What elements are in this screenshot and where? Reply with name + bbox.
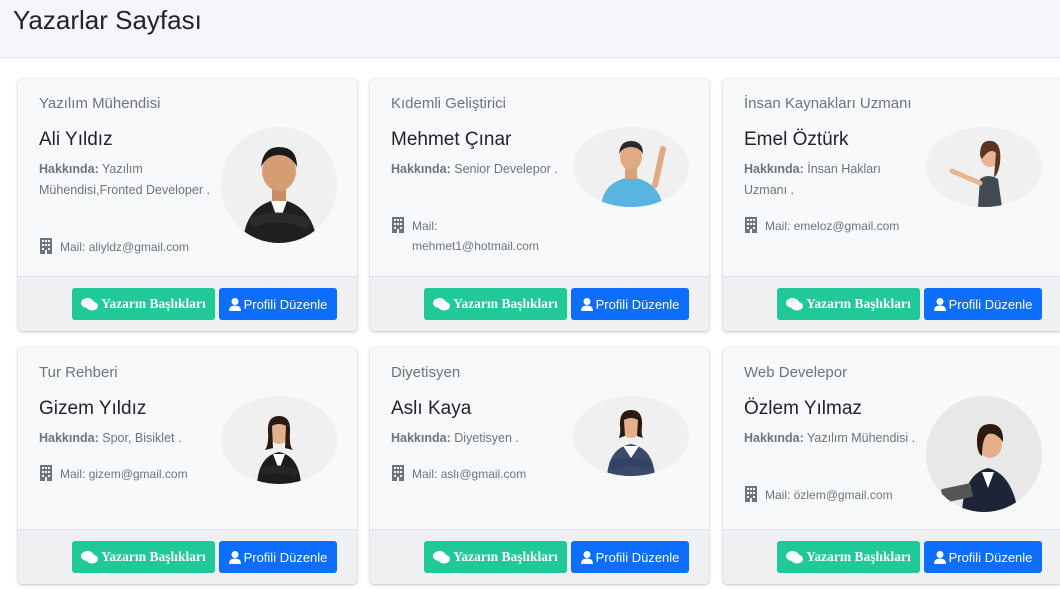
about-text: Spor, Bisiklet . [102, 431, 182, 445]
author-email: özlem@gmail.com [793, 488, 893, 502]
user-icon [228, 297, 241, 311]
comments-icon [433, 297, 451, 310]
about-text: Diyetisyen . [454, 431, 519, 445]
avatar [926, 127, 1042, 207]
author-name: Emel Öztürk [744, 129, 849, 150]
comments-icon [786, 550, 804, 563]
card-footer: Yazarın Başlıkları Profili Düzenle [723, 276, 1060, 331]
author-email: mehmet1@hotmail.com [412, 239, 539, 253]
author-mail: Mail: mehmet1@hotmail.com [391, 216, 571, 256]
author-about: Hakkında: Senior Develepor . [391, 159, 566, 180]
author-titles-button[interactable]: Yazarın Başlıkları [777, 288, 920, 320]
author-about: Hakkında: Diyetisyen . [391, 428, 566, 449]
edit-profile-button[interactable]: Profili Düzenle [924, 541, 1042, 573]
author-role: İnsan Kaynakları Uzmanı [744, 95, 912, 112]
author-mail: Mail: emeloz@gmail.com [744, 216, 899, 236]
author-role: Kıdemli Geliştirici [391, 95, 507, 112]
edit-profile-button[interactable]: Profili Düzenle [219, 541, 337, 573]
user-icon [228, 550, 241, 564]
author-role: Diyetisyen [391, 364, 461, 381]
avatar [221, 396, 337, 484]
author-card: Kıdemli Geliştirici Mehmet Çınar Hakkınd… [370, 79, 709, 331]
comments-icon [433, 550, 451, 563]
author-name: Aslı Kaya [391, 398, 472, 419]
avatar [221, 127, 337, 243]
card-footer: Yazarın Başlıkları Profili Düzenle [18, 529, 357, 584]
card-footer: Yazarın Başlıkları Profili Düzenle [370, 276, 709, 331]
mail-label: Mail: [60, 467, 86, 481]
building-icon [745, 486, 757, 502]
author-name: Ali Yıldız [39, 129, 113, 150]
mail-label: Mail: [765, 488, 791, 502]
about-text: Yazılım Mühendisi . [807, 431, 916, 445]
author-card: Yazılım Mühendisi Ali Yıldız Hakkında: Y… [18, 79, 357, 331]
avatar [573, 127, 689, 207]
mail-label: Mail: [60, 240, 86, 254]
edit-profile-button[interactable]: Profili Düzenle [571, 541, 689, 573]
author-titles-button[interactable]: Yazarın Başlıkları [777, 541, 920, 573]
mail-label: Mail: [765, 219, 791, 233]
edit-profile-button[interactable]: Profili Düzenle [924, 288, 1042, 320]
about-label: Hakkında: [39, 162, 99, 176]
building-icon [40, 238, 52, 254]
user-icon [933, 550, 946, 564]
about-label: Hakkında: [391, 431, 451, 445]
author-titles-button[interactable]: Yazarın Başlıkları [72, 288, 215, 320]
author-card: Diyetisyen Aslı Kaya Hakkında: Diyetisye… [370, 348, 709, 584]
building-icon [745, 217, 757, 233]
comments-icon [786, 297, 804, 310]
mail-label: Mail: [412, 219, 438, 233]
about-text: Senior Develepor . [454, 162, 558, 176]
author-name: Mehmet Çınar [391, 129, 512, 150]
about-label: Hakkında: [744, 162, 804, 176]
author-about: Hakkında: Yazılım Mühendisi,Fronted Deve… [39, 159, 214, 201]
author-role: Tur Rehberi [39, 364, 118, 381]
author-titles-button[interactable]: Yazarın Başlıkları [72, 541, 215, 573]
card-footer: Yazarın Başlıkları Profili Düzenle [370, 529, 709, 584]
author-mail: Mail: aslı@gmail.com [391, 464, 526, 484]
user-icon [933, 297, 946, 311]
user-icon [580, 550, 593, 564]
author-card: Web Develepor Özlem Yılmaz Hakkında: Yaz… [723, 348, 1060, 584]
avatar [926, 396, 1042, 512]
comments-icon [81, 550, 99, 563]
page-title: Yazarlar Sayfası [13, 5, 202, 35]
card-footer: Yazarın Başlıkları Profili Düzenle [723, 529, 1060, 584]
building-icon [392, 465, 404, 481]
avatar [573, 396, 689, 476]
author-mail: Mail: aliyldz@gmail.com [39, 237, 189, 257]
author-about: Hakkında: Spor, Bisiklet . [39, 428, 214, 449]
about-label: Hakkında: [39, 431, 99, 445]
user-icon [580, 297, 593, 311]
author-titles-button[interactable]: Yazarın Başlıkları [424, 541, 567, 573]
comments-icon [81, 297, 99, 310]
author-email: aslı@gmail.com [440, 467, 527, 481]
author-email: gizem@gmail.com [88, 467, 188, 481]
edit-profile-button[interactable]: Profili Düzenle [219, 288, 337, 320]
author-role: Web Develepor [744, 364, 848, 381]
author-mail: Mail: özlem@gmail.com [744, 485, 893, 505]
author-email: aliyldz@gmail.com [88, 240, 189, 254]
card-footer: Yazarın Başlıkları Profili Düzenle [18, 276, 357, 331]
author-name: Özlem Yılmaz [744, 398, 862, 419]
page-header: Yazarlar Sayfası [0, 0, 1060, 58]
author-titles-button[interactable]: Yazarın Başlıkları [424, 288, 567, 320]
about-label: Hakkında: [744, 431, 804, 445]
about-label: Hakkında: [391, 162, 451, 176]
author-about: Hakkında: Yazılım Mühendisi . [744, 428, 919, 449]
edit-profile-button[interactable]: Profili Düzenle [571, 288, 689, 320]
mail-label: Mail: [412, 467, 438, 481]
author-role: Yazılım Mühendisi [39, 95, 161, 112]
author-about: Hakkında: İnsan Hakları Uzmanı . [744, 159, 919, 201]
author-name: Gizem Yıldız [39, 398, 147, 419]
authors-grid: Yazılım Mühendisi Ali Yıldız Hakkında: Y… [0, 59, 1060, 589]
building-icon [392, 217, 404, 233]
author-card: İnsan Kaynakları Uzmanı Emel Öztürk Hakk… [723, 79, 1060, 331]
building-icon [40, 465, 52, 481]
author-email: emeloz@gmail.com [793, 219, 900, 233]
author-mail: Mail: gizem@gmail.com [39, 464, 188, 484]
author-card: Tur Rehberi Gizem Yıldız Hakkında: Spor,… [18, 348, 357, 584]
